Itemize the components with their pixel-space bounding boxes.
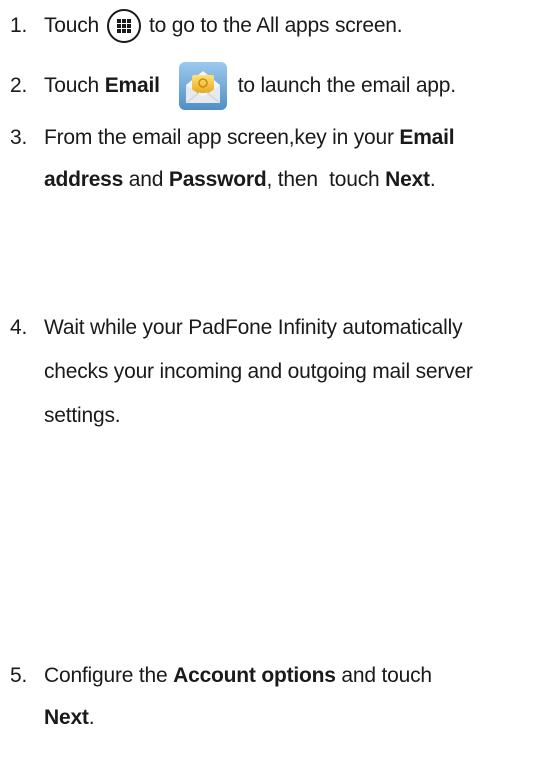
step-number: 2. [10, 74, 28, 97]
email-app-icon [178, 62, 227, 110]
step-text-bold: Email [104, 74, 160, 97]
step-text-line-2: Next. [44, 704, 95, 732]
step-text-pre: Touch [44, 14, 100, 37]
step-text: Configure the [44, 664, 168, 687]
step-text: . [88, 706, 95, 729]
step-text: . [429, 168, 436, 191]
step-text-bold: address [44, 168, 124, 191]
all-apps-icon [107, 9, 142, 43]
step-text: Touch to go to the All apps screen. [44, 6, 403, 46]
step-text-line-2: address and Password, then touch Next. [44, 166, 436, 194]
step-text-line-2: checks your incoming and outgoing mail s… [44, 360, 473, 383]
step-text: and [128, 168, 164, 191]
step-text-line-1: From the email app screen,key in your Em… [44, 124, 455, 152]
step-text: Touch Email to launch the email app. [44, 58, 456, 114]
step-text-post: to launch the email app. [237, 74, 456, 97]
step-text: From the email app screen,key in your [44, 126, 394, 149]
step-text-line-1: Configure the Account options and touch [44, 662, 432, 690]
step-number: 5. [10, 664, 28, 687]
step-text-bold: Password [168, 168, 267, 191]
step-number: 4. [10, 316, 28, 339]
step-text-post: to go to the All apps screen. [149, 14, 403, 37]
step-text-bold: Account options [173, 664, 336, 687]
step-text-pre: Touch [44, 74, 100, 97]
step-number: 3. [10, 126, 28, 149]
step-number: 1. [10, 14, 28, 37]
step-text-bold: Next [385, 168, 430, 191]
step-text: and touch [341, 664, 432, 687]
step-text-line-3: settings. [44, 404, 121, 427]
step-text-bold: Next [44, 706, 89, 729]
step-text-line-1: Wait while your PadFone Infinity automat… [44, 316, 463, 339]
step-text: , then touch [266, 168, 380, 191]
step-text-bold: Email [399, 126, 455, 149]
